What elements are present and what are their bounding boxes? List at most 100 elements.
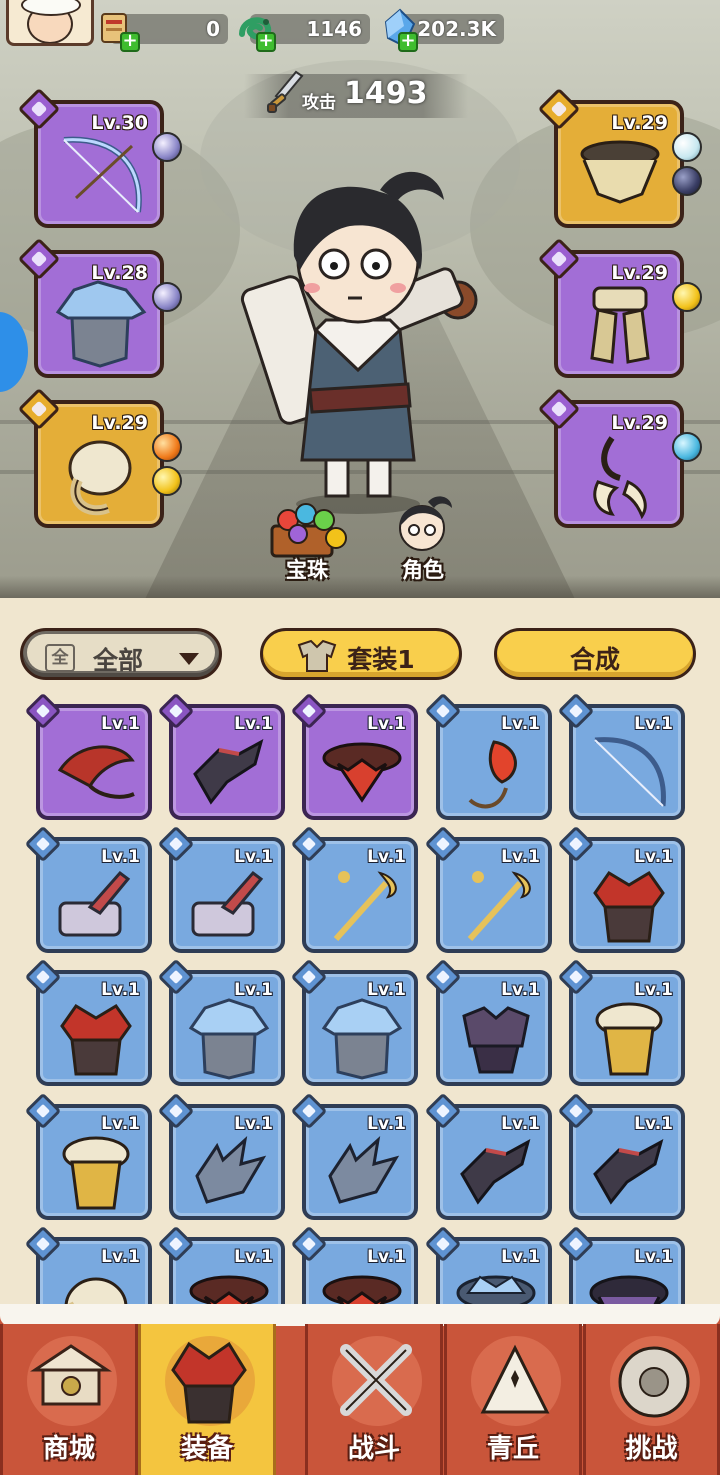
inventory-item[interactable]: Lv.1	[290, 958, 418, 1086]
attack-stat: 攻击 1493	[244, 70, 468, 118]
steel-gauntlet-icon	[316, 1130, 408, 1214]
socket-gem-icon	[152, 432, 182, 462]
item-type-icon	[424, 958, 462, 996]
nav-label: 战斗	[347, 1434, 400, 1464]
item-level: Lv.1	[501, 847, 540, 867]
inventory-item[interactable]: Lv.1	[424, 825, 552, 953]
item-type-icon	[157, 1225, 195, 1263]
item-level: Lv.1	[101, 847, 140, 867]
nav-label: 装备	[180, 1434, 233, 1464]
nav-shop[interactable]: 商城	[0, 1324, 138, 1475]
equipment-icon	[159, 1330, 259, 1430]
equip-slot-legs[interactable]: Lv.29	[537, 237, 702, 378]
bow-icon	[48, 128, 152, 220]
item-level: Lv.1	[101, 1114, 140, 1134]
inventory-item[interactable]: Lv.1	[424, 1225, 552, 1314]
item-type-icon	[424, 1092, 462, 1130]
fire-staff-icon	[450, 730, 542, 814]
gold-armor-icon	[583, 996, 675, 1080]
item-type-icon	[157, 825, 195, 863]
merge-label: 合成	[569, 645, 620, 674]
red-belt-icon	[316, 730, 408, 814]
nav-battle[interactable]: 战斗	[305, 1324, 443, 1475]
socket-gem-icon	[152, 282, 182, 312]
inventory-item[interactable]: Lv.1	[24, 825, 152, 953]
merge-button[interactable]: 合成	[494, 628, 696, 680]
inventory-item[interactable]: Lv.1	[157, 1092, 285, 1220]
inventory-item[interactable]: Lv.1	[157, 1225, 285, 1314]
dark-gauntlet-icon	[583, 1130, 675, 1214]
nav-mountain[interactable]: 青丘	[444, 1324, 582, 1475]
inventory-item[interactable]: Lv.1	[557, 694, 685, 820]
inventory-item[interactable]: Lv.1	[157, 958, 285, 1086]
inventory-item[interactable]: Lv.1	[290, 1225, 418, 1314]
inventory-item[interactable]: Lv.1	[424, 694, 552, 820]
item-type-icon	[290, 825, 328, 863]
equip-slot-belt[interactable]: Lv.29	[537, 87, 702, 228]
item-level: Lv.1	[634, 980, 673, 1000]
item-type-icon	[24, 1092, 62, 1130]
item-level: Lv.1	[367, 847, 406, 867]
socket-gem-icon	[152, 132, 182, 162]
ice-helmet-icon	[316, 996, 408, 1080]
bow-icon	[583, 730, 675, 814]
leg-armor-icon	[568, 278, 672, 370]
dark-gauntlet-icon	[450, 1130, 542, 1214]
inventory-item[interactable]: Lv.1	[24, 1225, 152, 1314]
add-crystal-button[interactable]: +	[398, 32, 418, 52]
equip-slot-gauntlet[interactable]: Lv.29	[17, 387, 182, 528]
item-level: Lv.1	[634, 847, 673, 867]
player-avatar[interactable]	[6, 0, 94, 46]
inventory-item[interactable]: Lv.1	[24, 958, 152, 1086]
role-button[interactable]: 角色	[378, 494, 468, 586]
item-level: Lv.1	[501, 980, 540, 1000]
item-level: Lv.1	[234, 1247, 273, 1267]
inventory-item[interactable]: Lv.1	[557, 958, 685, 1086]
socket-gem-icon	[672, 132, 702, 162]
hammer-icon	[50, 863, 142, 947]
snow-decor	[0, 1304, 720, 1326]
inventory-item[interactable]: Lv.1	[424, 1092, 552, 1220]
item-type-icon	[424, 694, 462, 730]
inventory-item[interactable]: Lv.1	[290, 1092, 418, 1220]
inventory-item[interactable]: Lv.1	[557, 1225, 685, 1314]
socket-gem-icon	[672, 166, 702, 196]
inventory-item[interactable]: Lv.1	[290, 694, 418, 820]
inventory-item[interactable]: Lv.1	[157, 825, 285, 953]
item-level: Lv.1	[367, 1114, 406, 1134]
gems-button[interactable]: 宝珠	[262, 500, 352, 586]
inventory-item[interactable]: Lv.1	[424, 958, 552, 1086]
nav-equipment[interactable]: 装备	[138, 1324, 276, 1475]
red-helmet-icon	[50, 996, 142, 1080]
equip-slot-weapon[interactable]: Lv.30	[17, 87, 182, 228]
inventory-item[interactable]: Lv.1	[157, 694, 285, 820]
inventory-item[interactable]: Lv.1	[24, 1092, 152, 1220]
item-type-icon	[557, 825, 595, 863]
inventory-item[interactable]: Lv.1	[290, 825, 418, 953]
hero-character[interactable]	[230, 160, 490, 520]
treasure-chest-icon	[270, 503, 347, 558]
inventory-item[interactable]: Lv.1	[24, 694, 152, 820]
equip-slot-claw[interactable]: Lv.29	[537, 387, 702, 528]
item-level: Lv.1	[234, 714, 273, 734]
nav-label: 青丘	[486, 1434, 539, 1464]
filter-dropdown[interactable]: 全 全部	[20, 628, 222, 680]
inventory-item[interactable]: Lv.1	[557, 1092, 685, 1220]
inventory-item[interactable]: Lv.1	[557, 825, 685, 953]
attack-label: 攻击	[302, 93, 336, 113]
ice-helmet-icon	[183, 996, 275, 1080]
add-scroll-button[interactable]: +	[120, 32, 140, 52]
golden-staff-icon	[450, 863, 542, 947]
item-type-icon	[290, 1092, 328, 1130]
equipment-set-button[interactable]: 套装1	[260, 628, 462, 680]
challenge-icon	[604, 1330, 704, 1430]
chevron-down-icon	[179, 653, 199, 665]
nav-label: 商城	[42, 1434, 95, 1464]
golden-staff-icon	[316, 863, 408, 947]
add-jade-button[interactable]: +	[256, 32, 276, 52]
character-portrait-icon	[399, 496, 452, 551]
nav-challenge[interactable]: 挑战	[583, 1324, 720, 1475]
socket-gem-icon	[672, 282, 702, 312]
red-gauntlet-icon	[50, 730, 142, 814]
equip-slot-helmet[interactable]: Lv.28	[17, 237, 182, 378]
